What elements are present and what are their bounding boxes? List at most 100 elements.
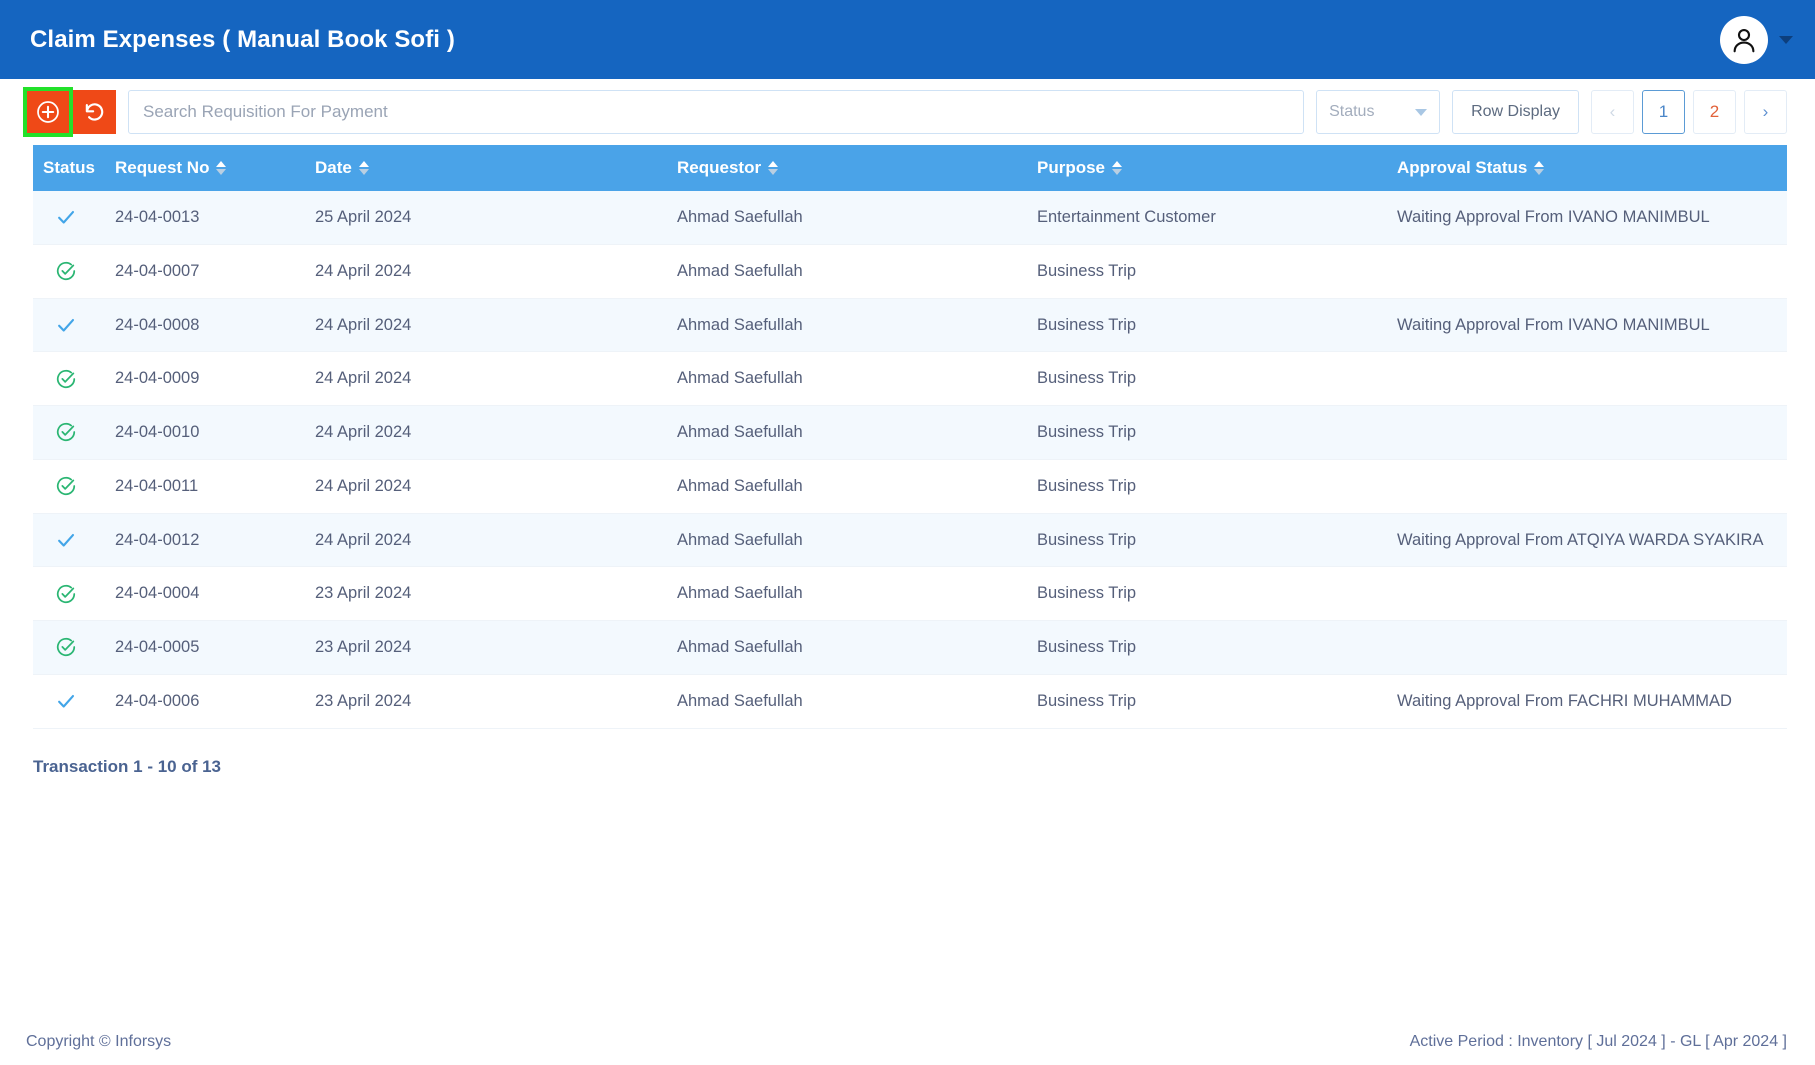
cell-request-no: 24-04-0005	[115, 620, 315, 675]
status-indicator	[43, 421, 89, 443]
chevron-down-icon[interactable]	[1779, 35, 1793, 44]
check-blue-icon	[58, 533, 75, 547]
status-indicator	[43, 636, 89, 658]
sort-icon[interactable]	[1534, 161, 1545, 175]
user-menu[interactable]	[1720, 15, 1793, 64]
action-button-group	[23, 87, 116, 137]
cell-date: 23 April 2024	[315, 566, 677, 621]
table-row[interactable]: 24-04-0006 23 April 2024 Ahmad Saefullah Bu…	[33, 674, 1787, 729]
footer-active-period: Active Period : Inventory [ Jul 2024 ] -…	[1409, 1033, 1787, 1050]
cell-date: 24 April 2024	[315, 244, 677, 299]
column-header-approval-status-label: Approval Status	[1397, 158, 1528, 177]
cell-status	[33, 351, 115, 406]
cell-purpose: Business Trip	[1037, 620, 1397, 675]
table-header-row: Status Request No Date Requestor Purpose…	[33, 145, 1787, 191]
row-display-button[interactable]: Row Display	[1452, 90, 1579, 134]
cell-date: 24 April 2024	[315, 351, 677, 406]
cell-status	[33, 620, 115, 675]
cell-purpose: Business Trip	[1037, 405, 1397, 460]
cell-requestor: Ahmad Saefullah	[677, 298, 1037, 353]
cell-request-no: 24-04-0012	[115, 513, 315, 568]
table-header: Status Request No Date Requestor Purpose…	[33, 145, 1787, 191]
status-indicator	[43, 690, 89, 712]
cell-requestor: Ahmad Saefullah	[677, 244, 1037, 299]
row-display-label: Row Display	[1471, 103, 1560, 120]
user-avatar-icon	[1733, 28, 1755, 52]
cell-approval-status	[1397, 459, 1787, 514]
requisition-table-container: Status Request No Date Requestor Purpose…	[0, 145, 1815, 729]
table-row[interactable]: 24-04-0009 24 April 2024 Ahmad Saefullah Bu…	[33, 351, 1787, 406]
cell-request-no: 24-04-0013	[115, 191, 315, 245]
status-indicator	[43, 529, 89, 551]
sort-icon[interactable]	[216, 161, 227, 175]
search-input[interactable]	[128, 90, 1305, 134]
status-indicator	[43, 475, 89, 497]
cell-purpose: Business Trip	[1037, 244, 1397, 299]
cell-requestor: Ahmad Saefullah	[677, 351, 1037, 406]
column-header-request-no[interactable]: Request No	[115, 145, 315, 191]
cell-request-no: 24-04-0007	[115, 244, 315, 299]
table-row[interactable]: 24-04-0012 24 April 2024 Ahmad Saefullah Bu…	[33, 513, 1787, 568]
cell-status	[33, 513, 115, 568]
table-row[interactable]: 24-04-0010 24 April 2024 Ahmad Saefullah Bu…	[33, 405, 1787, 460]
sort-icon[interactable]	[1112, 161, 1123, 175]
check-circle-green-icon	[56, 638, 76, 657]
sort-icon[interactable]	[358, 161, 369, 175]
cell-request-no: 24-04-0006	[115, 674, 315, 729]
cell-requestor: Ahmad Saefullah	[677, 191, 1037, 245]
cell-request-no: 24-04-0009	[115, 351, 315, 406]
avatar[interactable]	[1720, 15, 1768, 64]
pagination-prev-button[interactable]: ‹	[1591, 90, 1634, 134]
status-indicator	[43, 583, 89, 605]
cell-requestor: Ahmad Saefullah	[677, 405, 1037, 460]
cell-status	[33, 298, 115, 353]
cell-requestor: Ahmad Saefullah	[677, 459, 1037, 514]
cell-status	[33, 191, 115, 245]
add-button[interactable]	[23, 87, 73, 137]
table-row[interactable]: 24-04-0005 23 April 2024 Ahmad Saefullah Bu…	[33, 620, 1787, 675]
app-header: Claim Expenses ( Manual Book Sofi )	[0, 0, 1815, 79]
chevron-down-icon	[1415, 108, 1428, 116]
cell-approval-status: Waiting Approval From IVANO MANIMBUL	[1397, 191, 1787, 245]
column-header-date[interactable]: Date	[315, 145, 677, 191]
cell-approval-status: Waiting Approval From ATQIYA WARDA SYAKI…	[1397, 513, 1787, 568]
cell-approval-status	[1397, 405, 1787, 460]
pagination-next-button[interactable]: ›	[1744, 90, 1787, 134]
table-row[interactable]: 24-04-0013 25 April 2024 Ahmad Saefullah En…	[33, 191, 1787, 245]
cell-date: 24 April 2024	[315, 513, 677, 568]
page-title: Claim Expenses ( Manual Book Sofi )	[30, 25, 455, 53]
cell-status	[33, 674, 115, 729]
table-row[interactable]: 24-04-0007 24 April 2024 Ahmad Saefullah Bu…	[33, 244, 1787, 299]
column-header-approval-status[interactable]: Approval Status	[1397, 145, 1787, 191]
table-row[interactable]: 24-04-0008 24 April 2024 Ahmad Saefullah Bu…	[33, 298, 1787, 353]
cell-request-no: 24-04-0004	[115, 566, 315, 621]
column-header-requestor[interactable]: Requestor	[677, 145, 1037, 191]
status-indicator	[43, 260, 89, 282]
cell-date: 23 April 2024	[315, 620, 677, 675]
table-row[interactable]: 24-04-0004 23 April 2024 Ahmad Saefullah Bu…	[33, 566, 1787, 621]
column-header-purpose-label: Purpose	[1037, 158, 1106, 177]
cell-date: 25 April 2024	[315, 191, 677, 245]
status-filter-select[interactable]: Status	[1316, 90, 1441, 134]
pagination-page-2[interactable]: 2	[1693, 90, 1736, 134]
check-blue-icon	[58, 695, 75, 708]
table-row[interactable]: 24-04-0011 24 April 2024 Ahmad Saefullah Bu…	[33, 459, 1787, 514]
sort-icon[interactable]	[768, 161, 779, 175]
cell-status	[33, 459, 115, 514]
pagination-page-1[interactable]: 1	[1642, 90, 1685, 134]
cell-purpose: Business Trip	[1037, 674, 1397, 729]
cell-request-no: 24-04-0008	[115, 298, 315, 353]
cell-request-no: 24-04-0011	[115, 459, 315, 514]
column-header-status[interactable]: Status	[33, 145, 115, 191]
check-circle-green-icon	[56, 423, 76, 442]
column-header-date-label: Date	[315, 158, 352, 177]
column-header-purpose[interactable]: Purpose	[1037, 145, 1397, 191]
footer-copyright: Copyright © Inforsys	[26, 1033, 172, 1050]
refresh-button[interactable]	[72, 90, 116, 134]
table-body: 24-04-0013 25 April 2024 Ahmad Saefullah En…	[33, 191, 1787, 729]
cell-purpose: Business Trip	[1037, 351, 1397, 406]
column-header-status-label: Status	[43, 158, 95, 177]
cell-purpose: Business Trip	[1037, 459, 1397, 514]
check-circle-green-icon	[56, 369, 76, 388]
